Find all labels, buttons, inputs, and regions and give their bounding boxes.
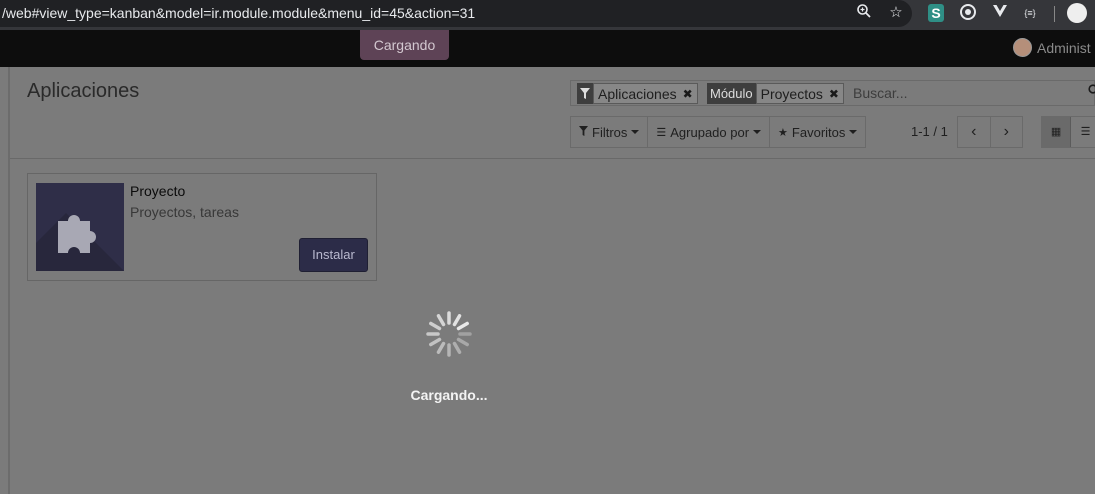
card-title: Proyecto — [130, 183, 186, 199]
view-switcher: ▦ ☰ — [1041, 116, 1095, 148]
remove-facet-icon[interactable]: ✖ — [683, 87, 693, 101]
star-icon: ★ — [778, 126, 788, 139]
card-summary: Proyectos, tareas — [130, 204, 239, 220]
pager-previous-icon[interactable]: ‹ — [958, 117, 991, 147]
puzzle-icon — [36, 183, 124, 271]
extension-s-icon[interactable]: S — [928, 4, 944, 22]
extension-vuejs-icon[interactable] — [990, 3, 1010, 23]
caret-down-icon — [753, 130, 762, 134]
user-menu[interactable]: Administ — [1013, 38, 1091, 57]
install-button[interactable]: Instalar — [299, 238, 368, 272]
address-bar[interactable]: /web#view_type=kanban&model=ir.module.mo… — [0, 0, 912, 27]
pager-next-icon[interactable]: › — [991, 117, 1023, 147]
profile-icon[interactable] — [1067, 3, 1087, 23]
search-facet-module: Módulo Proyectos ✖ — [707, 83, 844, 104]
spinner-spoke — [436, 314, 446, 327]
facet-value: Proyectos ✖ — [755, 83, 844, 104]
extension-target-icon[interactable] — [958, 3, 978, 23]
zoom-icon[interactable] — [854, 3, 874, 23]
spinner-spoke — [429, 337, 442, 347]
browser-toolbar: /web#view_type=kanban&model=ir.module.mo… — [0, 0, 1095, 30]
caret-down-icon — [631, 130, 640, 134]
filter-icon — [579, 125, 588, 139]
facet-label: Módulo — [707, 83, 756, 104]
kanban-view-icon[interactable]: ▦ — [1042, 117, 1072, 147]
search-options: Filtros ☰ Agrupado por ★ Favoritos — [570, 116, 867, 148]
page-title: Aplicaciones — [27, 80, 140, 102]
spinner-spoke — [429, 321, 442, 331]
list-icon: ☰ — [656, 126, 667, 139]
avatar — [1013, 38, 1032, 57]
list-view-icon[interactable]: ☰ — [1071, 117, 1095, 147]
remove-facet-icon[interactable]: ✖ — [829, 87, 839, 101]
spinner-spoke — [456, 337, 469, 347]
bookmark-star-icon[interactable]: ☆ — [886, 3, 906, 23]
caret-down-icon — [849, 130, 858, 134]
toolbar-separator — [1054, 6, 1055, 22]
extension-json-icon[interactable]: {≡} — [1020, 3, 1040, 23]
loading-text: Cargando... — [410, 387, 488, 403]
facet-value: Aplicaciones ✖ — [593, 83, 698, 104]
main-navbar: Cargando Administ — [0, 30, 1095, 67]
pager-buttons: ‹ › — [957, 116, 1023, 148]
favorites-button[interactable]: ★ Favoritos — [770, 117, 865, 147]
spinner-spoke — [456, 321, 469, 331]
search-input[interactable] — [853, 83, 1083, 103]
search-icon[interactable] — [1088, 83, 1095, 95]
spinner-spoke — [452, 314, 462, 327]
group-by-button[interactable]: ☰ Agrupado por — [648, 117, 771, 147]
module-card[interactable]: Proyecto Proyectos, tareas Instalar — [27, 173, 377, 281]
filters-button[interactable]: Filtros — [571, 117, 649, 147]
user-name: Administ — [1037, 39, 1091, 56]
loading-spinner-icon — [426, 311, 472, 357]
spinner-spoke — [436, 341, 446, 354]
search-bar[interactable]: Aplicaciones ✖ Módulo Proyectos ✖ — [570, 80, 1095, 106]
search-facet-filter: Aplicaciones ✖ — [577, 83, 698, 104]
filter-icon — [577, 83, 593, 104]
spinner-spoke — [452, 341, 462, 354]
pager-value[interactable]: 1-1 / 1 — [911, 124, 948, 139]
loading-indicator: Cargando — [360, 30, 449, 60]
control-panel: Aplicaciones Aplicaciones ✖ Módulo Proye… — [10, 67, 1095, 159]
